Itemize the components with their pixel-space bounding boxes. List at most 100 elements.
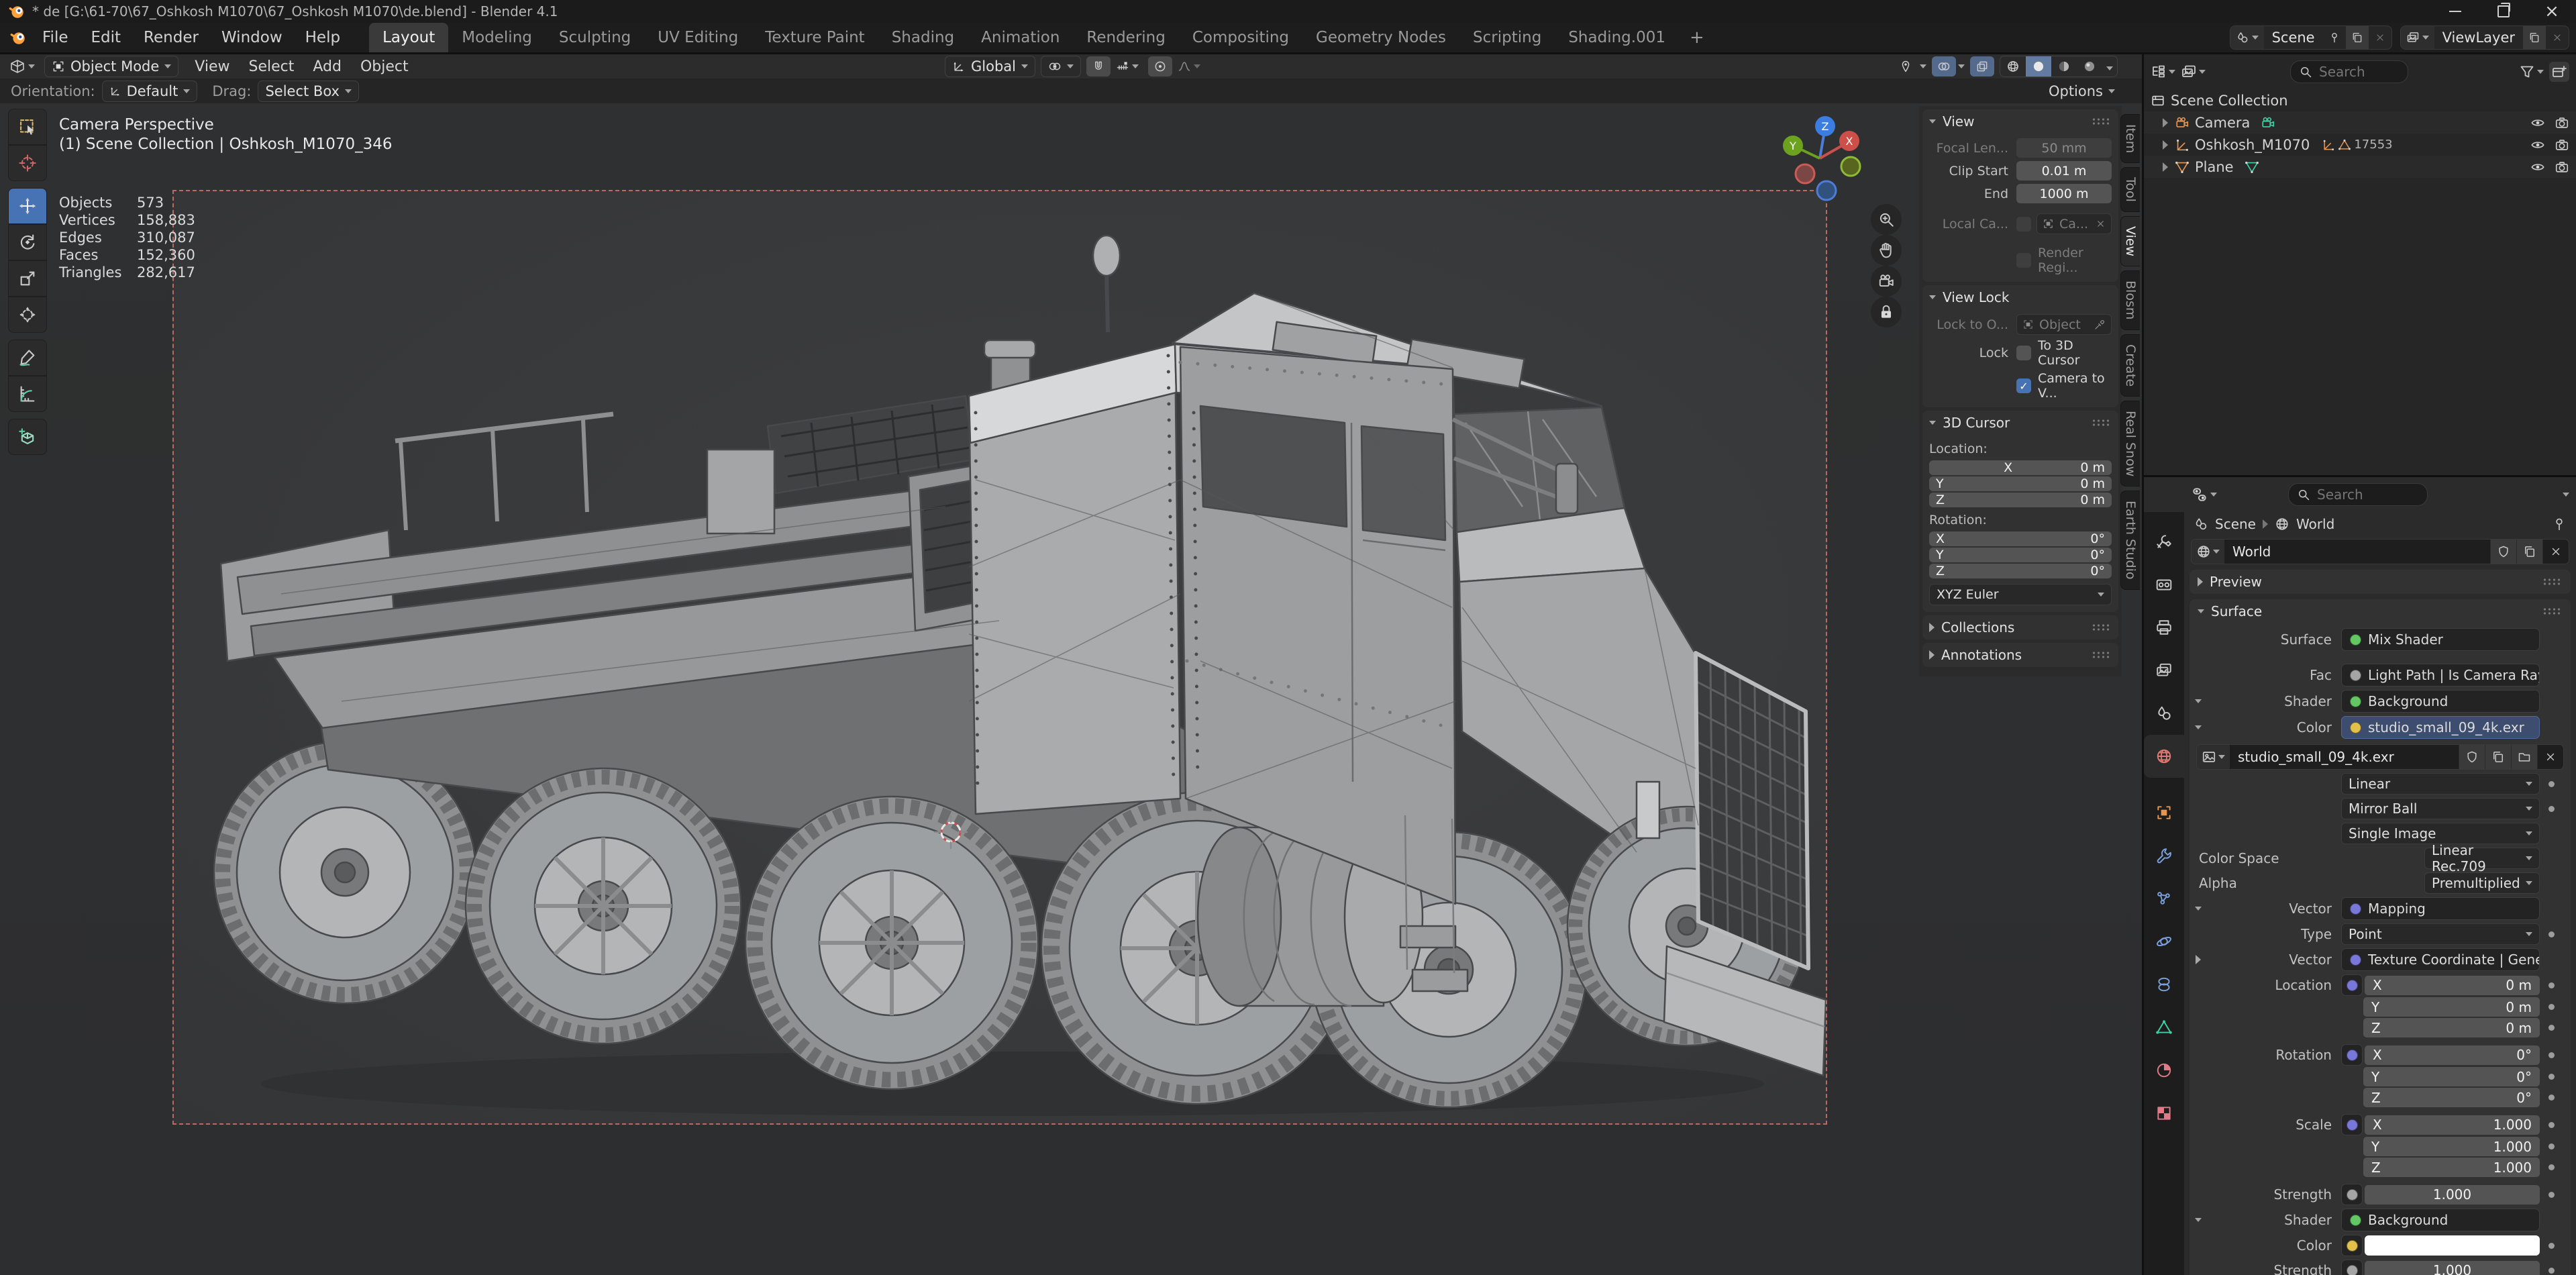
properties-editor-type-button[interactable] [2191,486,2217,503]
menu-render[interactable]: Render [132,23,210,52]
rotation-socket[interactable] [2341,1044,2363,1066]
viewlayer-name[interactable]: ViewLayer [2434,30,2523,46]
clip-end-field[interactable]: 1000 m [2016,184,2112,203]
gizmo-dropdown[interactable] [1894,56,1926,76]
viewport-menu-select[interactable]: Select [240,58,304,75]
tab-tool[interactable]: Tool [2120,167,2140,213]
outliner-display-mode-dropdown[interactable] [2151,64,2175,80]
expand-icon[interactable] [2163,140,2168,150]
snap-settings-dropdown[interactable] [1112,60,1143,73]
workspace-tab-sculpting[interactable]: Sculpting [546,23,644,52]
viewport-menu-view[interactable]: View [185,58,239,75]
properties-options-dropdown[interactable] [2563,493,2569,497]
proportional-edit-toggle[interactable] [1148,56,1172,76]
orientation-setting-dropdown[interactable]: Default [101,81,198,102]
panel-collections-header[interactable]: Collections [1922,615,2118,640]
orientation-dropdown[interactable]: Global [945,56,1035,77]
breadcrumb-world[interactable]: World [2296,516,2334,532]
scale-socket[interactable] [2341,1114,2363,1135]
local-camera-field[interactable]: Ca... [2037,213,2112,234]
focal-length-field[interactable]: 50 mm [2016,138,2112,158]
image-fake-user-button[interactable] [2459,745,2485,769]
panel-surface-header[interactable]: Surface [2189,599,2571,623]
scene-name[interactable]: Scene [2264,30,2323,46]
outliner-row-scene-collection[interactable]: Scene Collection [2144,89,2576,111]
tool-measure[interactable] [8,376,47,412]
tab-blosm[interactable]: Blosm [2120,270,2140,330]
menu-file[interactable]: File [31,23,80,52]
cursor-loc-y-field[interactable]: Y0 m [1929,476,2112,491]
location-y-field[interactable]: Y0 m [2363,997,2540,1017]
cursor-rot-y-field[interactable]: Y 0° [1929,548,2112,562]
location-z-field[interactable]: Z0 m [2363,1018,2540,1037]
panel-preview-header[interactable]: Preview [2189,570,2571,594]
world-name-field[interactable]: World [2224,544,2490,560]
eyedropper-icon[interactable] [2094,319,2106,330]
properties-search[interactable] [2288,483,2428,506]
overlays-dropdown[interactable] [1932,56,1965,76]
menu-edit[interactable]: Edit [80,23,133,52]
options-dropdown[interactable]: Options [2049,83,2115,99]
fake-user-button[interactable] [2490,540,2516,564]
proportional-falloff-dropdown[interactable] [1174,60,1204,73]
scale-z-field[interactable]: Z 1.000 [2363,1158,2540,1177]
tab-tool-properties[interactable] [2144,520,2184,563]
image-browse-button[interactable] [2197,745,2230,769]
workspace-tab-texture-paint[interactable]: Texture Paint [752,23,878,52]
location-socket[interactable] [2341,974,2363,996]
camera-to-view-checkbox[interactable]: ✓ [2016,378,2031,393]
disable-render-icon[interactable] [2555,115,2569,130]
clip-start-field[interactable]: 0.01 m [2016,161,2112,181]
tab-data-properties[interactable] [2144,1006,2184,1049]
alpha-dropdown[interactable]: Premultiplied [2424,872,2540,894]
rotation-z-field[interactable]: Z 0° [2363,1088,2540,1107]
shader2-input-button[interactable]: Background [2341,1209,2540,1231]
xray-toggle[interactable] [1970,56,1994,76]
viewlayer-new-button[interactable] [2523,26,2546,49]
tool-select-box[interactable] [8,109,47,145]
tool-scale[interactable] [8,260,47,297]
tab-modifier-properties[interactable] [2144,834,2184,877]
shading-material-button[interactable] [2051,56,2077,76]
workspace-tab-animation[interactable]: Animation [968,23,1073,52]
image-open-button[interactable] [2511,745,2537,769]
disable-render-icon[interactable] [2555,138,2569,152]
workspace-tab-shading[interactable]: Shading [878,23,968,52]
tool-transform[interactable] [8,297,47,333]
restore-button[interactable] [2479,0,2528,23]
interpolation-dropdown[interactable]: Linear [2341,773,2540,795]
tab-earth-studio[interactable]: Earth Studio [2120,491,2140,590]
outliner-row-oshkosh[interactable]: Oshkosh_M1070 17553 [2144,134,2576,156]
world-browse-button[interactable] [2192,540,2224,564]
tab-output-properties[interactable] [2144,606,2184,649]
shader-input-button[interactable]: Background [2341,690,2540,713]
expand-icon[interactable] [2163,117,2168,128]
strength2-socket[interactable] [2341,1260,2363,1275]
lock-to-cursor-checkbox[interactable] [2016,346,2031,360]
tool-cursor[interactable] [8,145,47,181]
scene-new-button[interactable] [2345,26,2369,49]
panel-view-lock-header[interactable]: View Lock [1922,285,2118,309]
tab-view[interactable]: View [2120,216,2140,267]
image-duplicate-button[interactable] [2485,745,2511,769]
cursor-rotation-order-dropdown[interactable]: XYZ Euler [1929,584,2112,605]
pan-button[interactable] [1871,235,1902,266]
tool-rotate[interactable] [8,224,47,260]
workspace-tab-rendering[interactable]: Rendering [1073,23,1178,52]
shading-wireframe-button[interactable] [2000,56,2026,76]
location-x-field[interactable]: X0 m [2365,975,2540,995]
local-camera-checkbox[interactable] [2016,216,2031,232]
workspace-tab-modeling[interactable]: Modeling [448,23,546,52]
image-unlink-button[interactable] [2537,745,2563,769]
hide-eye-icon[interactable] [2530,138,2545,152]
viewport-menu-add[interactable]: Add [303,58,351,75]
viewlayer-remove-button[interactable] [2546,26,2569,49]
minimize-button[interactable] [2431,0,2479,23]
projection-dropdown[interactable]: Mirror Ball [2341,798,2540,819]
viewport-menu-object[interactable]: Object [351,58,418,75]
add-workspace-button[interactable]: + [1679,28,1715,48]
tool-add-cube[interactable] [8,419,47,455]
clear-icon[interactable] [2096,219,2106,229]
surface-shader-button[interactable]: Mix Shader [2341,628,2540,651]
scene-selector[interactable]: Scene [2229,26,2392,50]
